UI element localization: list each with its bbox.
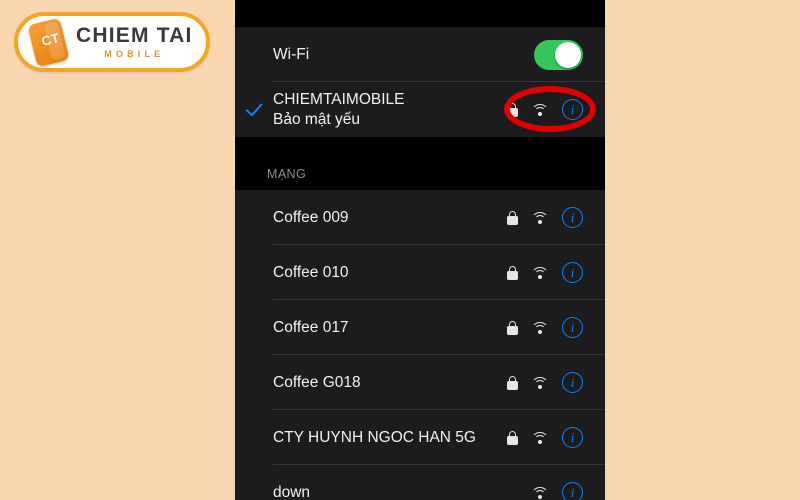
network-name: Coffee 010 [273, 263, 349, 281]
wifi-signal-icon [531, 103, 549, 117]
wifi-signal-icon [531, 321, 549, 335]
row-leading-slot [235, 245, 273, 300]
network-row[interactable]: Coffee 017 i [235, 300, 605, 355]
row-accessories: i [507, 427, 583, 448]
phone-icon: CT [27, 17, 70, 68]
row-accessories: i [507, 262, 583, 283]
connected-network-name: CHIEMTAIMOBILE [273, 91, 405, 109]
row-leading-slot [235, 465, 273, 500]
phone-screenshot: Wi-Fi CHIEMTAIMOBILE Bảo mật yếu i MẠNG … [235, 0, 605, 500]
network-name: CTY HUYNH NGOC HAN 5G [273, 428, 476, 446]
available-networks-list: Coffee 009 i Coffee 010 i Coffee 017 i C… [235, 190, 605, 500]
status-bar [235, 0, 605, 27]
info-icon[interactable]: i [562, 427, 583, 448]
wifi-signal-icon [531, 486, 549, 500]
logo-wordmark: CHIEM TAI MOBILE [76, 23, 193, 60]
wifi-signal-icon [531, 376, 549, 390]
lock-icon [507, 265, 518, 280]
row-accessories: i [507, 372, 583, 393]
network-name: Coffee 009 [273, 208, 349, 226]
networks-section-label: MẠNG [267, 167, 307, 181]
row-leading-slot [235, 190, 273, 245]
toggle-knob [555, 41, 581, 68]
connected-network-row[interactable]: CHIEMTAIMOBILE Bảo mật yếu i [235, 82, 605, 137]
wifi-signal-icon [531, 431, 549, 445]
network-name: down [273, 483, 311, 500]
watermark-logo: CT CHIEM TAI MOBILE [14, 12, 210, 72]
lock-icon [507, 375, 518, 390]
logo-subtitle: MOBILE [104, 49, 165, 60]
lock-icon [507, 320, 518, 335]
lock-icon [507, 102, 518, 117]
info-icon[interactable]: i [562, 317, 583, 338]
row-accessories: i [507, 207, 583, 228]
info-icon[interactable]: i [562, 372, 583, 393]
row-leading-slot [235, 355, 273, 410]
info-icon[interactable]: i [562, 482, 583, 500]
network-name: Coffee 017 [273, 318, 349, 336]
row-accessories [534, 39, 583, 70]
row-accessories: i [531, 482, 583, 500]
wifi-signal-icon [531, 211, 549, 225]
wifi-signal-icon [531, 266, 549, 280]
info-icon[interactable]: i [562, 99, 583, 120]
connected-network-text: CHIEMTAIMOBILE Bảo mật yếu [273, 90, 507, 129]
network-row[interactable]: Coffee 009 i [235, 190, 605, 245]
network-row[interactable]: CTY HUYNH NGOC HAN 5G i [235, 410, 605, 465]
connected-network-status: Bảo mật yếu [273, 110, 361, 128]
network-name: Coffee G018 [273, 373, 361, 391]
lock-icon [507, 210, 518, 225]
row-leading-slot [235, 82, 273, 137]
checkmark-icon [245, 98, 263, 117]
row-leading-slot [235, 300, 273, 355]
wifi-label: Wi-Fi [273, 45, 310, 63]
networks-section-header: MẠNG [235, 137, 605, 190]
network-row[interactable]: Coffee 010 i [235, 245, 605, 300]
row-accessories: i [507, 99, 583, 120]
wifi-toggle[interactable] [534, 39, 583, 70]
lock-icon [507, 430, 518, 445]
row-accessories: i [507, 317, 583, 338]
logo-title: CHIEM TAI [76, 23, 193, 47]
row-leading-slot [235, 27, 273, 82]
network-row[interactable]: Coffee G018 i [235, 355, 605, 410]
row-leading-slot [235, 410, 273, 465]
wifi-settings-group: Wi-Fi CHIEMTAIMOBILE Bảo mật yếu i [235, 27, 605, 137]
info-icon[interactable]: i [562, 207, 583, 228]
info-icon[interactable]: i [562, 262, 583, 283]
network-row[interactable]: down i [235, 465, 605, 500]
wifi-toggle-row[interactable]: Wi-Fi [235, 27, 605, 82]
